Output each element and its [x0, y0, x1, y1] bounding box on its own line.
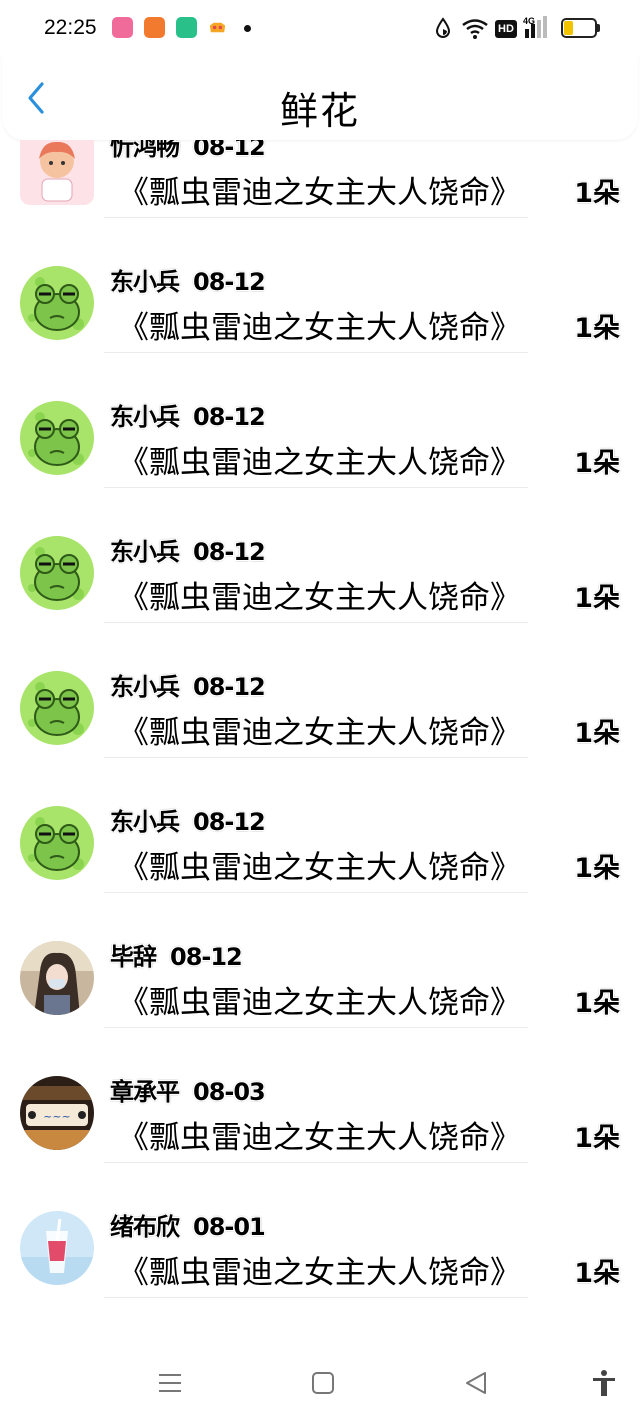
sender-name: 东小兵	[110, 403, 180, 431]
list-item[interactable]: 东小兵 08-12 《瓢虫雷迪之女主大人饶命》 1朵	[0, 218, 640, 353]
flower-count: 1朵	[574, 988, 620, 1019]
avatar[interactable]	[20, 671, 94, 745]
status-bar: 22:25 HD 4G	[0, 0, 640, 56]
sent-date: 08-12	[193, 538, 266, 566]
avatar[interactable]	[20, 536, 94, 610]
sender-meta: 忻鸿畅 08-12	[110, 140, 266, 162]
list-item[interactable]: ~~~ 章承平 08-03 《瓢虫雷迪之女主大人饶命》 1朵	[0, 1028, 640, 1163]
sender-name: 东小兵	[110, 673, 180, 701]
book-title: 《瓢虫雷迪之女主大人饶命》	[118, 580, 521, 616]
book-title: 《瓢虫雷迪之女主大人饶命》	[118, 310, 521, 346]
flower-count: 1朵	[574, 853, 620, 884]
wifi-icon	[462, 19, 488, 39]
sender-meta: 东小兵 08-12	[110, 532, 266, 567]
page-title: 鲜花	[279, 89, 360, 133]
avatar[interactable]	[20, 140, 94, 205]
svg-text:~~~: ~~~	[43, 1110, 71, 1123]
game-icon	[209, 22, 226, 33]
sent-date: 08-12	[193, 140, 266, 161]
flower-count: 1朵	[574, 448, 620, 479]
sender-name: 忻鸿畅	[110, 140, 180, 161]
flower-count: 1朵	[574, 178, 620, 209]
sender-name: 东小兵	[110, 808, 180, 836]
sender-name: 毕辞	[110, 943, 157, 971]
home-square-icon[interactable]	[308, 1368, 338, 1398]
avatar[interactable]	[20, 941, 94, 1015]
hd-icon: HD	[495, 20, 517, 38]
sent-date: 08-03	[193, 1078, 266, 1106]
flower-list: 忻鸿畅 08-12 《瓢虫雷迪之女主大人饶命》 1朵 东小兵 08-12 《瓢虫雷迪之女主大…	[0, 140, 640, 1342]
avatar[interactable]	[20, 266, 94, 340]
menu-icon[interactable]	[155, 1368, 185, 1398]
sender-meta: 东小兵 08-12	[110, 262, 266, 297]
book-title: 《瓢虫雷迪之女主大人饶命》	[118, 715, 521, 751]
flower-count: 1朵	[574, 1258, 620, 1289]
avatar[interactable]: ~~~	[20, 1076, 94, 1150]
book-title: 《瓢虫雷迪之女主大人饶命》	[118, 445, 521, 481]
navigation-bar	[0, 1342, 640, 1422]
sent-date: 08-12	[170, 943, 243, 971]
sender-name: 绪布欣	[110, 1213, 180, 1241]
avatar[interactable]	[20, 806, 94, 880]
accessibility-icon[interactable]	[589, 1368, 619, 1398]
avatar[interactable]	[20, 1211, 94, 1285]
book-title: 《瓢虫雷迪之女主大人饶命》	[118, 850, 521, 886]
sender-meta: 绪布欣 08-01	[110, 1207, 266, 1242]
list-item[interactable]: 绪布欣 08-01 《瓢虫雷迪之女主大人饶命》 1朵	[0, 1163, 640, 1298]
avatar[interactable]	[20, 401, 94, 475]
row-divider	[104, 1297, 528, 1298]
back-triangle-icon[interactable]	[461, 1368, 491, 1398]
sender-meta: 东小兵 08-12	[110, 397, 266, 432]
flower-count: 1朵	[574, 1123, 620, 1154]
book-title: 《瓢虫雷迪之女主大人饶命》	[118, 985, 521, 1021]
sent-date: 08-12	[193, 268, 266, 296]
flower-count: 1朵	[574, 718, 620, 749]
sent-date: 08-01	[193, 1213, 266, 1241]
book-title: 《瓢虫雷迪之女主大人饶命》	[118, 1255, 521, 1291]
list-item[interactable]: 东小兵 08-12 《瓢虫雷迪之女主大人饶命》 1朵	[0, 623, 640, 758]
header: 鲜花	[2, 56, 638, 140]
sent-date: 08-12	[193, 808, 266, 836]
list-item[interactable]: 东小兵 08-12 《瓢虫雷迪之女主大人饶命》 1朵	[0, 488, 640, 623]
battery-app-icon	[176, 17, 197, 38]
list-item[interactable]: 毕辞 08-12 《瓢虫雷迪之女主大人饶命》 1朵	[0, 893, 640, 1028]
sent-date: 08-12	[193, 403, 266, 431]
sender-meta: 东小兵 08-12	[110, 802, 266, 837]
sender-name: 章承平	[110, 1078, 180, 1106]
flower-count: 1朵	[574, 583, 620, 614]
sender-meta: 章承平 08-03	[110, 1072, 266, 1107]
signal-4g-icon: 4G	[523, 16, 553, 40]
drop-icon	[435, 17, 451, 38]
hd-label: HD	[498, 23, 514, 35]
sent-date: 08-12	[193, 673, 266, 701]
sender-meta: 毕辞 08-12	[110, 937, 243, 972]
sender-name: 东小兵	[110, 538, 180, 566]
list-item[interactable]: 东小兵 08-12 《瓢虫雷迪之女主大人饶命》 1朵	[0, 353, 640, 488]
sender-meta: 东小兵 08-12	[110, 667, 266, 702]
flower-count: 1朵	[574, 313, 620, 344]
list-item[interactable]: 忻鸿畅 08-12 《瓢虫雷迪之女主大人饶命》 1朵	[0, 140, 640, 218]
bilibili-icon	[112, 17, 133, 38]
battery-icon	[561, 18, 601, 38]
dot-icon	[244, 25, 251, 32]
book-title: 《瓢虫雷迪之女主大人饶命》	[118, 175, 521, 211]
sender-name: 东小兵	[110, 268, 180, 296]
status-time: 22:25	[44, 16, 97, 39]
app-icon	[144, 17, 165, 38]
book-title: 《瓢虫雷迪之女主大人饶命》	[118, 1120, 521, 1156]
list-item[interactable]: 东小兵 08-12 《瓢虫雷迪之女主大人饶命》 1朵	[0, 758, 640, 893]
